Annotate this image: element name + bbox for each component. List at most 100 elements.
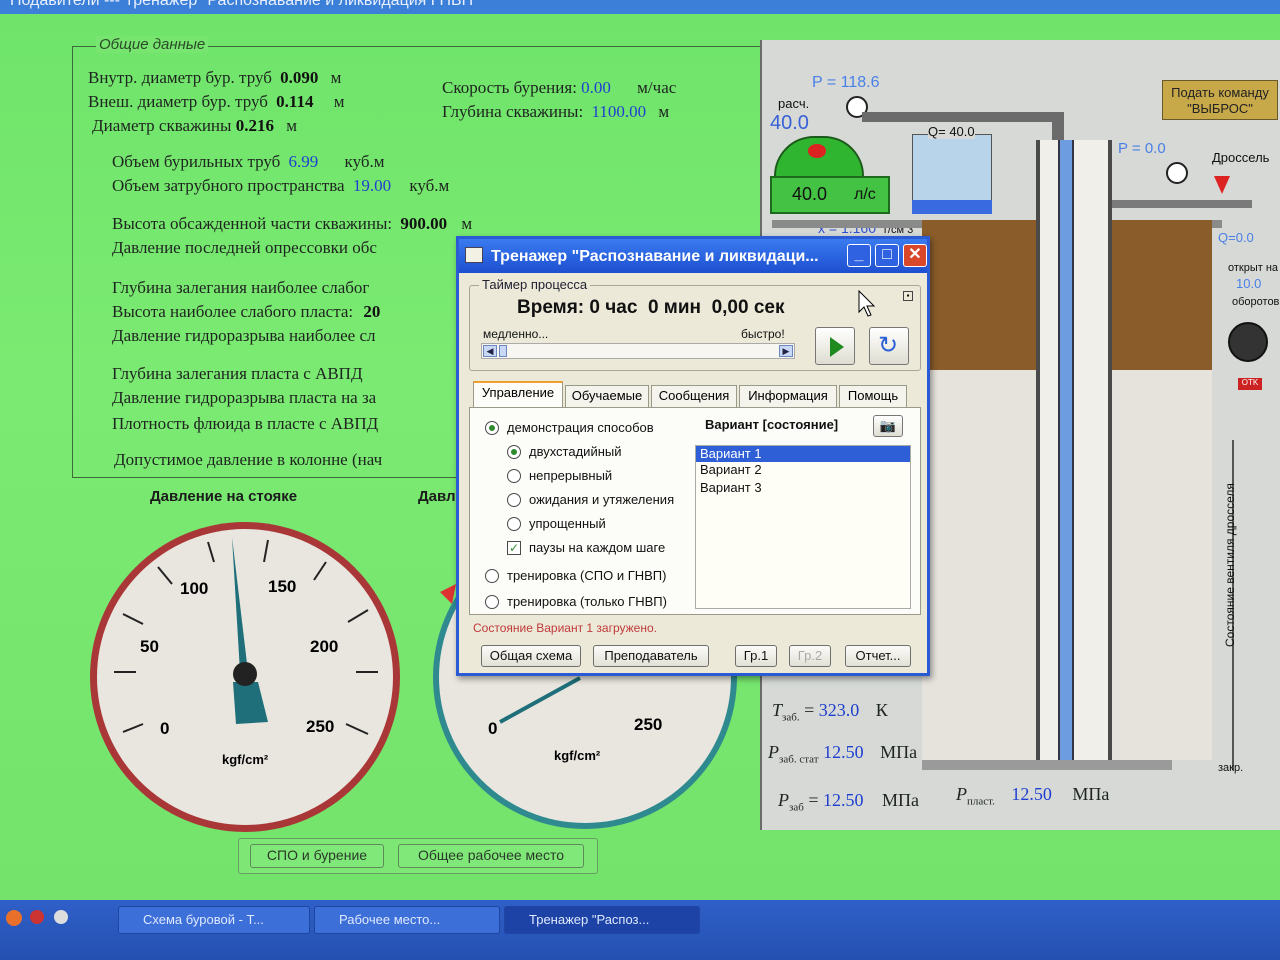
timer-small-icon[interactable]: ▪: [903, 291, 913, 301]
demo-methods-radio[interactable]: [485, 421, 499, 435]
taskbar-item-trainer[interactable]: Тренажер "Распоз...: [504, 906, 700, 934]
training-gnvp-radio[interactable]: [485, 595, 499, 609]
p-bottom-value: 12.50: [822, 790, 864, 810]
training-gnvp-label: тренировка (только ГНВП): [507, 594, 667, 609]
gauge1-unit: kgf/cm²: [222, 752, 269, 767]
speed-slider-thumb[interactable]: [499, 345, 507, 357]
wellbore: [1036, 140, 1112, 760]
pump-red-indicator: [808, 144, 826, 158]
weak-height-label: Высота наиболее слабого пласта:: [112, 302, 354, 321]
pipe-top: [862, 112, 1062, 122]
maximize-button[interactable]: □: [875, 244, 899, 267]
teacher-button[interactable]: Преподаватель: [593, 645, 709, 667]
tab-help[interactable]: Помощь: [839, 385, 907, 407]
drill-speed-row: Скорость бурения: 0.00 м/час: [442, 78, 676, 98]
soil-left: [922, 220, 1036, 370]
scheme-calc-value: 40.0: [770, 112, 809, 134]
well-diam-label: Диаметр скважины: [92, 116, 232, 135]
continuous-radio[interactable]: [507, 469, 521, 483]
gauge1-tick-0: 0: [160, 719, 169, 738]
weak-height-row: Высота наиболее слабого пласта: 20: [112, 302, 380, 322]
workplace-button[interactable]: Общее рабочее место: [398, 844, 584, 868]
p-bottom-sub: заб: [789, 801, 804, 814]
pauses-checkbox[interactable]: ✓: [507, 541, 521, 555]
well-diam-row: Диаметр скважины 0.216 м: [92, 116, 297, 136]
speed-slider-track[interactable]: [481, 343, 795, 359]
annulus-volume-label: Объем затрубного пространства: [112, 176, 345, 195]
variant-item-3[interactable]: Вариант 3: [696, 480, 910, 498]
overall-scheme-button[interactable]: Общая схема: [481, 645, 581, 667]
weak-height-value: 20: [363, 302, 381, 321]
pauses-label: паузы на каждом шаге: [529, 540, 666, 555]
weak-depth-label: Глубина залегания наиболее слабог: [112, 278, 370, 297]
spo-drilling-button[interactable]: СПО и бурение: [250, 844, 384, 868]
taskbar: Схема буровой - Т... Рабочее место... Тр…: [0, 900, 1280, 960]
group1-button[interactable]: Гр.1: [735, 645, 777, 667]
variant-item-1[interactable]: Вариант 1: [696, 446, 910, 462]
main-window-title: Подавители --- Тренажер "Распознавание и…: [0, 0, 1280, 14]
gauge2-tick-250: 250: [634, 715, 662, 734]
soil-right: [1112, 220, 1212, 370]
pump-flow-value: 40.0: [792, 184, 828, 204]
well-diam-value: 0.216: [235, 116, 274, 135]
p-static-label: P: [768, 742, 779, 762]
slider-right-arrow-icon[interactable]: ▶: [779, 345, 793, 357]
report-button[interactable]: Отчет...: [845, 645, 911, 667]
tab-information[interactable]: Информация: [739, 385, 837, 407]
gauge2-unit: kgf/cm²: [554, 748, 601, 763]
training-spo-radio[interactable]: [485, 569, 499, 583]
standpipe-gauge-title: Давление на стояке: [150, 488, 298, 505]
tab-messages[interactable]: Сообщения: [651, 385, 737, 407]
process-time-text: Время: 0 час 0 мин 0,00 сек: [517, 297, 785, 318]
close-button[interactable]: ✕: [903, 244, 927, 267]
simplified-radio[interactable]: [507, 517, 521, 531]
two-stage-radio[interactable]: [507, 445, 521, 459]
t-bottom-row: Tзаб. = 323.0 К: [772, 700, 888, 724]
status-text: Состояние Вариант 1 загружено.: [473, 621, 657, 635]
p-bottom-unit: МПа: [881, 790, 919, 810]
gauge2-tick-0: 0: [488, 719, 497, 738]
start-icon[interactable]: [6, 910, 22, 926]
cased-height-label: Высота обсажденной части скважины:: [112, 214, 393, 233]
demo-methods-label: демонстрация способов: [507, 420, 654, 435]
kick-command-button[interactable]: Подать команду "ВЫБРОС": [1162, 80, 1278, 120]
group2-button[interactable]: Гр.2: [789, 645, 831, 667]
weak-frac-label: Давление гидроразрыва наиболее сл: [112, 326, 376, 345]
inner-diam-unit: м: [330, 68, 342, 87]
tank-fluid-level: [912, 200, 992, 214]
p-layer-row: Pпласт. 12.50 МПа: [956, 784, 1109, 808]
pipe-volume-unit: куб.м: [344, 152, 385, 171]
reset-icon: ↻: [878, 332, 899, 359]
choke-gauge-icon: [1166, 162, 1188, 184]
tab-control[interactable]: Управление: [473, 381, 563, 407]
play-button[interactable]: [815, 327, 855, 365]
outer-diam-value: 0.114: [276, 92, 314, 111]
inner-diam-value: 0.090: [280, 68, 319, 87]
taskbar-item-workplace[interactable]: Рабочее место...: [314, 906, 500, 934]
outer-diam-row: Внеш. диаметр бур. труб 0.114 м: [88, 92, 344, 112]
otk-indicator: OTK: [1238, 378, 1262, 390]
pump-flow-box: 40.0 л/с: [770, 176, 890, 214]
quicklaunch-icon-2[interactable]: [54, 910, 68, 924]
last-test-label: Давление последней опрессовки обс: [112, 238, 377, 257]
quicklaunch-icon-1[interactable]: [30, 910, 44, 924]
allowed-pressure-label: Допустимое давление в колонне (нач: [114, 450, 383, 469]
camera-icon[interactable]: 📷: [873, 415, 903, 437]
pipe-volume-value: 6.99: [288, 152, 319, 171]
slider-left-arrow-icon[interactable]: ◀: [483, 345, 497, 357]
reset-button[interactable]: ↻: [869, 327, 909, 365]
minimize-button[interactable]: _: [847, 244, 871, 267]
t-bottom-value: 323.0: [818, 700, 860, 720]
variant-header: Вариант [состояние]: [705, 417, 839, 432]
avpd-density-label: Плотность флюида в пласте с АВПД: [112, 414, 379, 433]
choke-handwheel-icon[interactable]: [1228, 322, 1268, 362]
inner-diam-label: Внутр. диаметр бур. труб: [88, 68, 272, 87]
rock-left: [922, 370, 1036, 760]
tab-trainees[interactable]: Обучаемые: [565, 385, 649, 407]
variant-item-2[interactable]: Вариант 2: [696, 462, 910, 480]
dialog-app-icon: [465, 247, 483, 263]
taskbar-item-scheme[interactable]: Схема буровой - Т...: [118, 906, 310, 934]
wait-weight-radio[interactable]: [507, 493, 521, 507]
t-bottom-sub: заб.: [782, 711, 800, 724]
cased-height-value: 900.00: [400, 214, 448, 233]
